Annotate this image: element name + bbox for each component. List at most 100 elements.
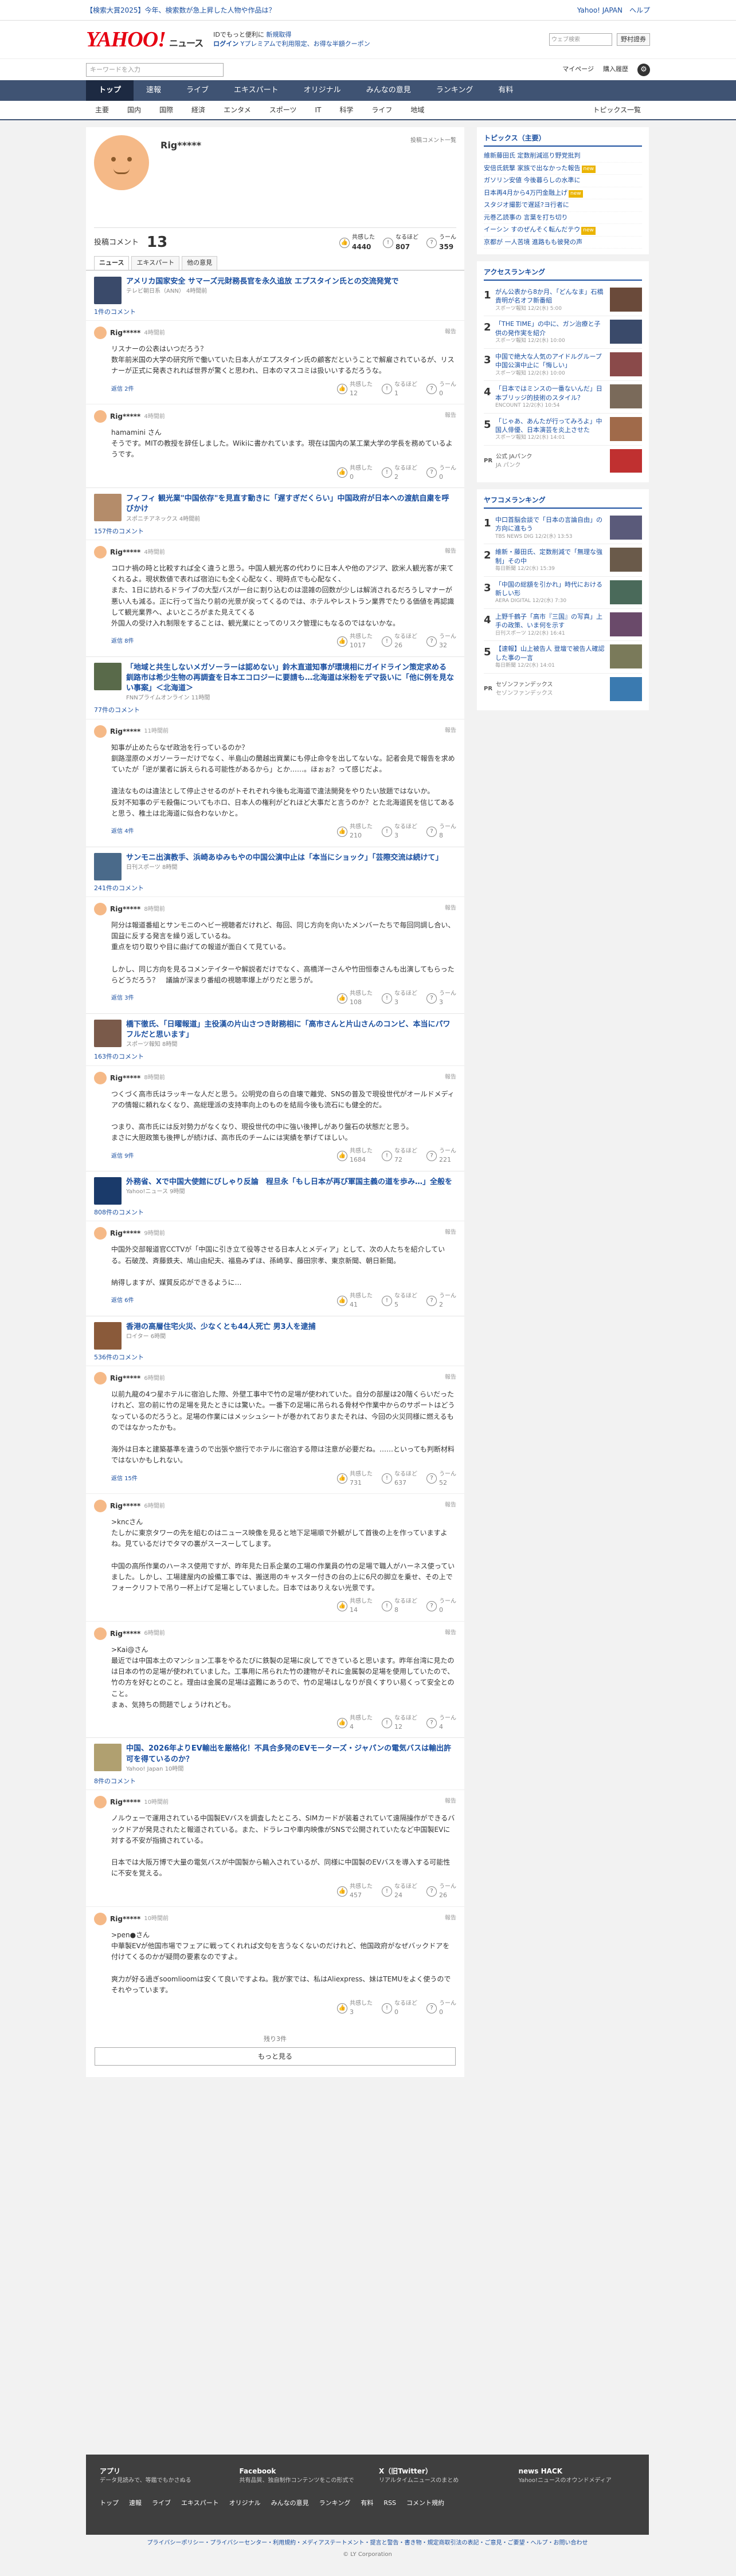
commenter-name[interactable]: Rig***** (110, 547, 140, 557)
ranking-item[interactable]: 3 「中国の総額を引かれ」時代における新しい形 AERA DIGITAL 12/2(… (484, 577, 642, 609)
article-header[interactable]: 香港の高層住宅火災、少なくとも44人死亡 男3人を逮捕 ロイター 6時間 (86, 1315, 464, 1350)
reaction-a[interactable]: 👍 共感した 108 (337, 989, 373, 1008)
category-item[interactable]: スポーツ (260, 105, 306, 115)
ranking-item[interactable]: 5 【速報】山上被告人 登壇で被告人確認した事の一言 毎日新聞 12/2(水) 14… (484, 641, 642, 674)
header-help-links[interactable]: Yahoo! JAPAN ヘルプ (577, 5, 650, 15)
commenter-name[interactable]: Rig***** (110, 1629, 140, 1639)
gnav-item[interactable]: ランキング (424, 80, 486, 101)
footer-nav-item[interactable]: ライブ (152, 2499, 171, 2508)
reply-count[interactable]: 返信 15件 (111, 1474, 138, 1483)
footer-nav-item[interactable]: みんなの意見 (271, 2499, 309, 2508)
footer-section[interactable]: Facebook 共有品質、独自制作コンテンツをこの形式で (240, 2466, 357, 2485)
tab-expert[interactable]: エキスパート (131, 256, 180, 270)
reaction-b[interactable]: ! なるほど 8 (382, 1597, 417, 1615)
reaction-a[interactable]: 👍 共感した 731 (337, 1470, 373, 1488)
category-item[interactable]: 主要 (86, 105, 118, 115)
reaction-c[interactable]: ? うーん 4 (426, 1714, 456, 1732)
commenter-name[interactable]: Rig***** (110, 1228, 140, 1238)
reaction-c[interactable]: ? うーん 0 (426, 1597, 456, 1615)
article-title[interactable]: 橋下徹氏、「日曜報道」主役漢の片山さつき財務相に「高市さんと片山さんのコンビ、本… (126, 1020, 456, 1040)
topic-item[interactable]: 京都が 一人苦境 進路もも彼発の声 (484, 237, 642, 249)
article-header[interactable]: サンモニ出演教手、浜崎あゆみもやの中国公演中止は「本当にショック」「芸際交流は続… (86, 846, 464, 880)
pr-ad-2[interactable]: PR セゾンファンデックス セゾンファンデックス (484, 674, 642, 705)
article-title[interactable]: サンモニ出演教手、浜崎あゆみもやの中国公演中止は「本当にショック」「芸際交流は続… (126, 853, 443, 863)
footer-nav-item[interactable]: 有料 (361, 2499, 373, 2508)
report-link[interactable]: 報告 (445, 1797, 456, 1806)
purchase-history-link[interactable]: 購入履歴 (603, 65, 628, 74)
reaction-a[interactable]: 👍 共感した 1684 (337, 1147, 373, 1165)
footer-nav-item[interactable]: RSS (383, 2499, 396, 2508)
tab-other[interactable]: 他の意見 (182, 256, 218, 270)
article-comment-count[interactable]: 157件のコメント (86, 524, 464, 540)
tab-news[interactable]: ニュース (94, 256, 130, 270)
category-item[interactable]: 地域 (401, 105, 433, 115)
reaction-a[interactable]: 👍 共感した 210 (337, 823, 373, 841)
reaction-b[interactable]: ! なるほど 24 (382, 1882, 417, 1901)
pr-ad[interactable]: PR 公式 JAパンク JA パンク (484, 446, 642, 477)
topic-item[interactable]: イーシン すのぜんそく転んだテウ new (484, 224, 642, 237)
gear-icon[interactable]: ⚙ (637, 63, 650, 76)
reply-count[interactable]: 返信 4件 (111, 827, 134, 836)
report-link[interactable]: 報告 (445, 1373, 456, 1382)
report-link[interactable]: 報告 (445, 904, 456, 913)
article-title[interactable]: 「地域と共生しないメガソーラーは認めない」鈴木直道知事が環境相にガイドライン策定… (126, 663, 456, 694)
topic-item[interactable]: 元巻乙読事の 言葉を打ち切り (484, 212, 642, 224)
article-title[interactable]: 中国、2026年よりEV輸出を厳格化！不具合多発のEVモーターズ・ジャパンの電気… (126, 1744, 456, 1764)
news-search-input[interactable]: キーワードを入力 (86, 62, 224, 77)
reply-count[interactable]: 返信 3件 (111, 994, 134, 1002)
footer-section[interactable]: アプリ データ見読みで、等鑑でもかさぬる (100, 2466, 217, 2485)
article-comment-count[interactable]: 808件のコメント (86, 1205, 464, 1221)
article-header[interactable]: 「地域と共生しないメガソーラーは認めない」鈴木直道知事が環境相にガイドライン策定… (86, 656, 464, 703)
mypage-link[interactable]: マイページ (562, 65, 594, 74)
commenter-name[interactable]: Rig***** (110, 1373, 140, 1383)
category-item[interactable]: 経済 (182, 105, 214, 115)
ranking-item[interactable]: 2 維新・藤田氏、定数削減で「無理な強制」その中 毎日新聞 12/2(水) 15:3… (484, 544, 642, 577)
gnav-item[interactable]: トップ (86, 80, 134, 101)
footer-section[interactable]: X（旧Twitter） リアルタイムニュースのまとめ (379, 2466, 496, 2485)
gnav-item[interactable]: ライブ (174, 80, 221, 101)
reaction-a[interactable]: 👍 共感した 41 (337, 1292, 373, 1310)
reply-count[interactable]: 返信 2件 (111, 385, 134, 394)
ranking-item[interactable]: 1 中口首脳会談で「日本の言論自由」の方向に進もう TBS NEWS DIG 12/… (484, 512, 642, 545)
report-link[interactable]: 報告 (445, 1501, 456, 1509)
reaction-b[interactable]: ! なるほど 26 (382, 632, 417, 651)
article-title[interactable]: アメリカ国家安全 サマーズ元財務長官を永久追放 エプスタイン氏との交流発覚で (126, 277, 399, 287)
reaction-a[interactable]: 👍 共感した 14 (337, 1597, 373, 1615)
reaction-c[interactable]: ? うーん 52 (426, 1470, 456, 1488)
article-header[interactable]: 外務省、Xで中国大使館にびしゃり反論 程旦永「もし日本が再び軍国主義の道を歩み…… (86, 1170, 464, 1205)
commenter-name[interactable]: Rig***** (110, 328, 140, 338)
report-link[interactable]: 報告 (445, 547, 456, 556)
reaction-c[interactable]: ? うーん 26 (426, 1882, 456, 1901)
category-item[interactable]: 科学 (330, 105, 362, 115)
article-header[interactable]: アメリカ国家安全 サマーズ元財務長官を永久追放 エプスタイン氏との交流発覚で テレ… (86, 270, 464, 304)
report-link[interactable]: 報告 (445, 328, 456, 336)
reaction-a[interactable]: 👍 共感した 457 (337, 1882, 373, 1901)
reply-count[interactable]: 返信 6件 (111, 1296, 134, 1305)
category-item[interactable]: IT (306, 105, 330, 115)
article-header[interactable]: 中国、2026年よりEV輸出を厳格化！不具合多発のEVモーターズ・ジャパンの電気… (86, 1737, 464, 1773)
reaction-c[interactable]: ? うーん 0 (426, 464, 456, 482)
reply-count[interactable]: 返信 8件 (111, 637, 134, 646)
report-link[interactable]: 報告 (445, 411, 456, 420)
article-header[interactable]: 橋下徹氏、「日曜報道」主役漢の片山さつき財務相に「高市さんと片山さんのコンビ、本… (86, 1013, 464, 1049)
report-link[interactable]: 報告 (445, 1914, 456, 1922)
article-comment-count[interactable]: 1件のコメント (86, 304, 464, 321)
web-search-input[interactable]: ウェブ検索 (549, 33, 612, 46)
footer-nav-item[interactable]: エキスパート (181, 2499, 219, 2508)
footer-nav-item[interactable]: コメント規約 (406, 2499, 444, 2508)
reaction-b[interactable]: ! なるほど 5 (382, 1292, 417, 1310)
gnav-item[interactable]: 有料 (486, 80, 526, 101)
reaction-a[interactable]: 👍 共感した 4 (337, 1714, 373, 1732)
commenter-name[interactable]: Rig***** (110, 904, 140, 914)
ranking-item[interactable]: 2 「THE TIME」の中に、ガン治療と子供の発作実を紹介 スポーツ報知 12/2… (484, 316, 642, 349)
gnav-item[interactable]: オリジナル (291, 80, 354, 101)
reaction-b[interactable]: ! なるほど 3 (382, 823, 417, 841)
article-comment-count[interactable]: 77件のコメント (86, 702, 464, 719)
load-more-button[interactable]: もっと見る (95, 2047, 456, 2066)
commenter-name[interactable]: Rig***** (110, 1914, 140, 1924)
reaction-b[interactable]: ! なるほど 0 (382, 1999, 417, 2017)
category-item[interactable]: エンタメ (214, 105, 260, 115)
comment-history-link[interactable]: 投稿コメント一覧 (410, 136, 456, 145)
ranking-item[interactable]: 3 中国で絶大な人気のアイドルグループ 中国公演中止に「悔しい」 スポーツ報知 12… (484, 349, 642, 382)
reaction-b[interactable]: ! なるほど 12 (382, 1714, 417, 1732)
